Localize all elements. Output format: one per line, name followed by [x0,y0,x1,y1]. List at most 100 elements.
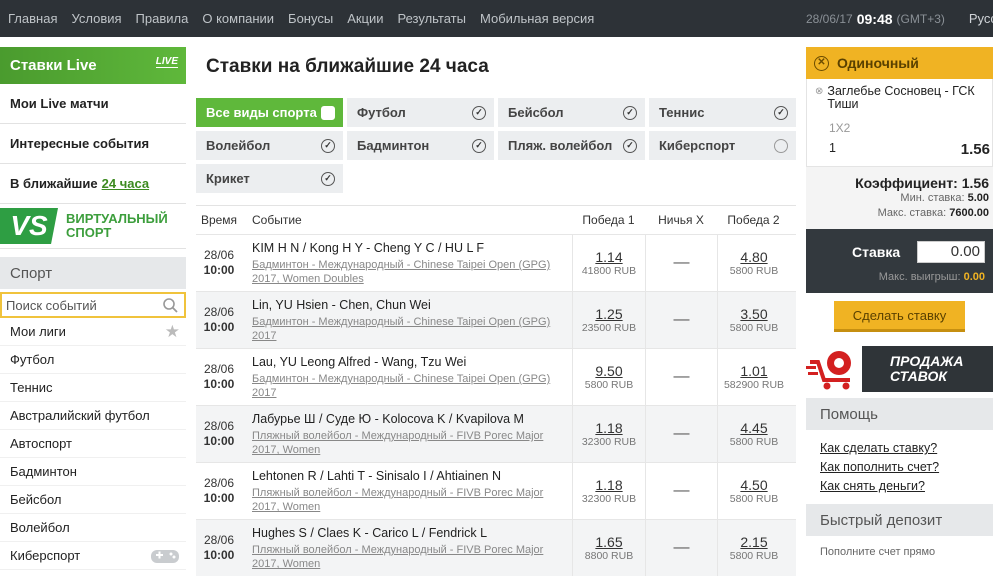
sport-item-badminton[interactable]: Бадминтон [0,458,186,486]
event-hour: 10:00 [203,434,235,448]
event-name[interactable]: Lin, YU Hsien - Chen, Chun Wei [252,298,568,312]
virtual-sport-banner[interactable]: VS ВИРТУАЛЬНЫЙ СПОРТ [0,204,186,249]
sport-item-aussie-football[interactable]: Австралийский футбол [0,402,186,430]
table-row: 28/06 10:00 Lehtonen R / Lahti T - Sinisal… [196,462,796,519]
win2-cell: 4.50 5800 RUB [717,463,790,519]
language-selector[interactable]: Русский [969,11,993,26]
nav-results[interactable]: Результаты [398,11,466,26]
filter-0[interactable]: Все виды спорта [196,98,343,127]
right-sidebar: ✕ Одиночный ⊗ Заглебье Сосновец - ГСК Ти… [806,47,993,558]
next-24h-link[interactable]: 24 часа [102,176,149,191]
event-name[interactable]: Лабурье Ш / Суде Ю - Kolocova K / Kvapil… [252,412,568,426]
event-league-link[interactable]: Пляжный волейбол - Международный - FIVB … [252,429,568,457]
win2-odd[interactable]: 4.45 [740,420,767,436]
menu-next-24h[interactable]: В ближайшие 24 часа [0,164,186,204]
event-name[interactable]: Hughes S / Claes K - Carico L / Fendrick… [252,526,568,540]
event-league-link[interactable]: Пляжный волейбол - Международный - FIVB … [252,486,568,514]
win1-odd[interactable]: 9.50 [595,363,622,379]
live-bets-header[interactable]: Ставки Live LIVE [0,47,186,84]
event-name[interactable]: Lehtonen R / Lahti T - Sinisalo I / Ahti… [252,469,568,483]
event-league-link[interactable]: Бадминтон - Международный - Chinese Taip… [252,372,568,400]
filter-5[interactable]: Бадминтон ✓ [347,131,494,160]
filter-4[interactable]: Волейбол ✓ [196,131,343,160]
nav-mobile[interactable]: Мобильная версия [480,11,594,26]
win2-volume: 5800 RUB [729,550,779,562]
checkbox-checked-icon[interactable]: ✓ [623,138,637,153]
help-link-how-to-bet[interactable]: Как сделать ставку? [820,439,993,458]
nav-terms[interactable]: Условия [71,11,121,26]
sell-bets-banner[interactable]: ПРОДАЖА СТАВОК [806,346,993,392]
stake-label: Ставка [852,244,901,260]
filter-6[interactable]: Пляж. волейбол ✓ [498,131,645,160]
filter-3[interactable]: Теннис ✓ [649,98,796,127]
win1-cell: 1.25 23500 RUB [572,292,645,348]
sport-item-motorsport[interactable]: Автоспорт [0,430,186,458]
remove-selection-icon[interactable]: ⊗ [815,85,823,111]
event-name[interactable]: Lau, YU Leong Alfred - Wang, Tzu Wei [252,355,568,369]
help-link-top-up[interactable]: Как пополнить счет? [820,458,993,477]
event-cell: Lau, YU Leong Alfred - Wang, Tzu Wei Бадм… [242,349,572,405]
filter-8[interactable]: Крикет ✓ [196,164,343,193]
slip-market: 1X2 [829,121,851,135]
draw-cell: — [645,349,717,405]
draw-unavailable: — [673,425,690,442]
stake-input[interactable]: 0.00 [917,241,985,263]
win2-volume: 5800 RUB [729,322,779,334]
sport-item-my-leagues[interactable]: Мои лиги ★ [0,318,186,346]
sport-filters: Все виды спорта Футбол ✓ Бейсбол ✓ Теннис ✓ Вол… [196,98,796,193]
sport-item-tennis[interactable]: Теннис [0,374,186,402]
nav-promotions[interactable]: Акции [347,11,383,26]
nav-home[interactable]: Главная [8,11,57,26]
draw-unavailable: — [673,311,690,328]
sport-item-football[interactable]: Футбол [0,346,186,374]
search-events-input[interactable]: Поиск событий [0,292,186,318]
star-icon[interactable]: ★ [165,322,180,342]
win1-odd[interactable]: 1.18 [595,420,622,436]
promo-line-1: ПРОДАЖА [890,353,964,369]
checkbox-checked-icon[interactable]: ✓ [472,138,486,153]
place-bet-button[interactable]: Сделать ставку [834,301,965,332]
max-win-row: Макс. выигрыш: 0.00 [814,271,985,283]
event-league-link[interactable]: Бадминтон - Международный - Chinese Taip… [252,258,568,286]
win1-odd[interactable]: 1.18 [595,477,622,493]
win1-odd[interactable]: 1.14 [595,249,622,265]
win2-odd[interactable]: 4.50 [740,477,767,493]
checkbox-checked-icon[interactable]: ✓ [774,105,788,120]
close-icon[interactable]: ✕ [814,55,829,71]
checkbox-checked-icon[interactable]: ✓ [321,138,335,153]
event-cell: KIM H N / Kong H Y - Cheng Y C / HU L F Б… [242,235,572,291]
nav-about[interactable]: О компании [202,11,274,26]
nav-rules[interactable]: Правила [136,11,189,26]
win2-odd[interactable]: 1.01 [740,363,767,379]
menu-interesting-events[interactable]: Интересные события [0,124,186,164]
sport-item-volleyball[interactable]: Волейбол [0,514,186,542]
sport-item-esports[interactable]: Киберспорт [0,542,186,570]
draw-unavailable: — [673,368,690,385]
checkbox-checked-icon[interactable]: ✓ [623,105,637,120]
checkbox-checked-icon[interactable] [321,105,335,120]
gamepad-icon [151,549,179,563]
help-link-withdraw[interactable]: Как снять деньги? [820,477,993,496]
event-name[interactable]: KIM H N / Kong H Y - Cheng Y C / HU L F [252,241,568,255]
search-icon[interactable] [162,297,178,313]
win2-odd[interactable]: 2.15 [740,534,767,550]
max-stake-label: Макс. ставка: [877,207,947,219]
win1-odd[interactable]: 1.65 [595,534,622,550]
checkbox-checked-icon[interactable]: ✓ [472,105,486,120]
win2-odd[interactable]: 4.80 [740,249,767,265]
filter-1[interactable]: Футбол ✓ [347,98,494,127]
checkbox-unchecked-icon[interactable] [774,138,788,153]
filter-label: Крикет [206,171,250,186]
sport-item-baseball[interactable]: Бейсбол [0,486,186,514]
event-league-link[interactable]: Пляжный волейбол - Международный - FIVB … [252,543,568,571]
menu-my-live-matches[interactable]: Мои Live матчи [0,84,186,124]
filter-7[interactable]: Киберспорт [649,131,796,160]
win2-odd[interactable]: 3.50 [740,306,767,322]
event-league-link[interactable]: Бадминтон - Международный - Chinese Taip… [252,315,568,343]
checkbox-checked-icon[interactable]: ✓ [321,171,335,186]
sport-item-label: Автоспорт [10,436,72,451]
event-hour: 10:00 [203,548,235,562]
filter-2[interactable]: Бейсбол ✓ [498,98,645,127]
nav-bonuses[interactable]: Бонусы [288,11,333,26]
win1-odd[interactable]: 1.25 [595,306,622,322]
